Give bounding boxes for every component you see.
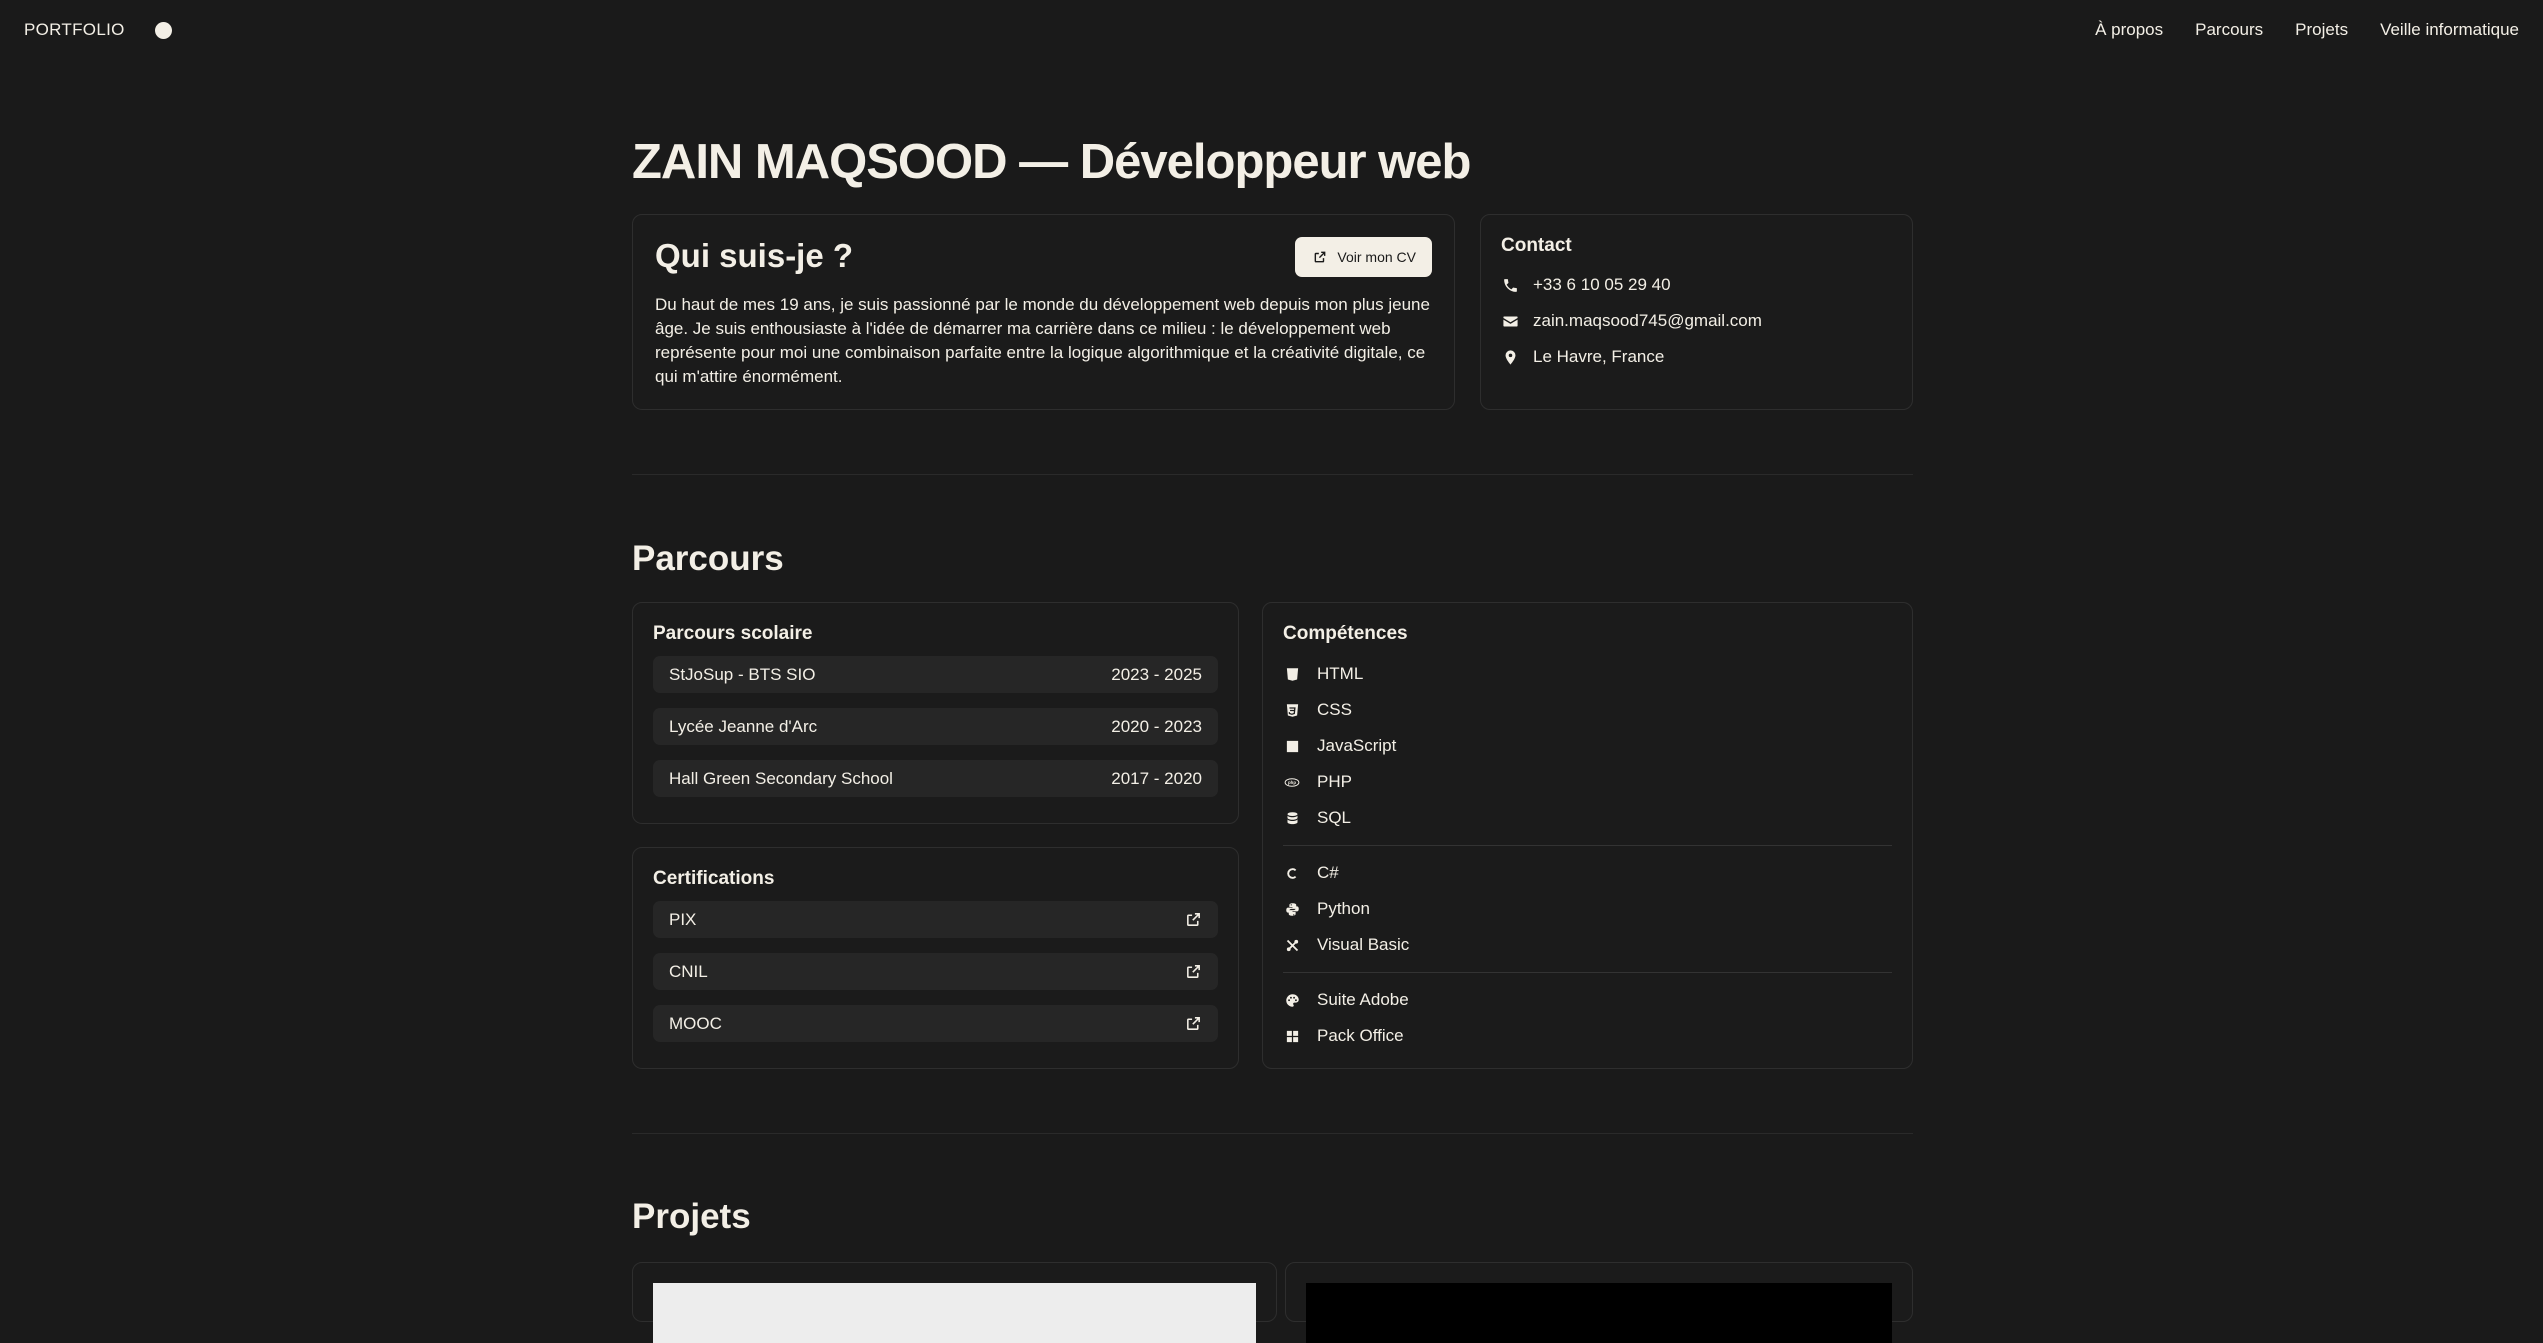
nav-link-parcours[interactable]: Parcours <box>2195 20 2263 40</box>
skill-label: CSS <box>1317 700 1352 719</box>
theme-toggle-icon[interactable] <box>154 21 172 39</box>
school-item: Lycée Jeanne d'Arc 2020 - 2023 <box>653 708 1218 745</box>
school-name: Hall Green Secondary School <box>669 768 893 788</box>
external-link-icon <box>1311 248 1329 266</box>
nav-link-veille[interactable]: Veille informatique <box>2380 20 2519 40</box>
location-value: Le Havre, France <box>1533 347 1665 366</box>
cert-item-mooc[interactable]: MOOC <box>653 1005 1218 1042</box>
parcours-title: Parcours <box>632 539 784 578</box>
project-card[interactable] <box>1285 1262 1913 1343</box>
skill-label: JavaScript <box>1317 736 1397 755</box>
school-years: 2023 - 2025 <box>1111 664 1202 684</box>
nav-link-projets[interactable]: Projets <box>2295 20 2348 40</box>
skill-label: C# <box>1317 863 1339 882</box>
contact-location: Le Havre, France <box>1501 339 1892 375</box>
php-icon: php <box>1283 773 1301 791</box>
section-divider <box>632 1133 1913 1134</box>
school-item: StJoSup - BTS SIO 2023 - 2025 <box>653 656 1218 693</box>
school-name: StJoSup - BTS SIO <box>669 664 816 684</box>
skill-label: Python <box>1317 899 1370 918</box>
skill-label: HTML <box>1317 664 1364 683</box>
palette-icon <box>1283 991 1301 1009</box>
school-item: Hall Green Secondary School 2017 - 2020 <box>653 760 1218 797</box>
cert-label: PIX <box>669 909 697 929</box>
skill-item: Visual Basic <box>1283 927 1892 963</box>
page-title: ZAIN MAQSOOD — Développeur web <box>632 135 1471 189</box>
section-divider <box>632 474 1913 475</box>
javascript-icon <box>1283 737 1301 755</box>
nav-left: PORTFOLIO <box>24 20 172 40</box>
csharp-icon <box>1283 864 1301 882</box>
skill-item: Suite Adobe <box>1283 982 1892 1018</box>
phone-value[interactable]: +33 6 10 05 29 40 <box>1533 275 1671 295</box>
school-card: Parcours scolaire StJoSup - BTS SIO 2023… <box>632 602 1239 824</box>
skill-label: Visual Basic <box>1317 935 1410 954</box>
school-title: Parcours scolaire <box>653 623 813 644</box>
skill-item: CSS <box>1283 692 1892 728</box>
cert-label: CNIL <box>669 961 708 981</box>
contact-email: zain.maqsood745@gmail.com <box>1501 303 1892 339</box>
skill-item: JavaScript <box>1283 728 1892 764</box>
css3-icon <box>1283 701 1301 719</box>
external-link-icon <box>1184 911 1202 929</box>
cert-label: MOOC <box>669 1013 722 1033</box>
nav-link-a-propos[interactable]: À propos <box>2095 20 2163 40</box>
skill-item: HTML <box>1283 656 1892 692</box>
python-icon <box>1283 900 1301 918</box>
brand-logo[interactable]: PORTFOLIO <box>24 20 125 40</box>
skill-label: Suite Adobe <box>1317 990 1409 1009</box>
database-icon <box>1283 809 1301 827</box>
envelope-icon <box>1501 312 1519 330</box>
view-cv-button[interactable]: Voir mon CV <box>1295 237 1432 277</box>
school-years: 2020 - 2023 <box>1111 716 1202 736</box>
external-link-icon <box>1184 1015 1202 1033</box>
email-value[interactable]: zain.maqsood745@gmail.com <box>1533 311 1762 331</box>
skills-card: Compétences HTML CSS JavaScript php PHP … <box>1262 602 1913 1069</box>
certifications-card: Certifications PIX CNIL MOOC <box>632 847 1239 1069</box>
contact-phone: +33 6 10 05 29 40 <box>1501 267 1892 303</box>
contact-card: Contact +33 6 10 05 29 40 zain.maqsood74… <box>1480 214 1913 410</box>
about-card: Qui suis-je ? Voir mon CV Du haut de mes… <box>632 214 1455 410</box>
skill-label: PHP <box>1317 772 1352 791</box>
phone-icon <box>1501 276 1519 294</box>
nav-links: À propos Parcours Projets Veille informa… <box>2095 20 2519 40</box>
skill-item: Python <box>1283 891 1892 927</box>
grid-icon <box>1283 1027 1301 1045</box>
view-cv-label: Voir mon CV <box>1337 249 1416 265</box>
skill-item: SQL <box>1283 800 1892 836</box>
contact-title: Contact <box>1501 235 1572 256</box>
tools-icon <box>1283 936 1301 954</box>
project-card[interactable] <box>632 1262 1277 1343</box>
skills-divider <box>1283 845 1892 846</box>
skill-label: Pack Office <box>1317 1026 1404 1045</box>
about-text: Du haut de mes 19 ans, je suis passionné… <box>655 295 1430 386</box>
skill-item: Pack Office <box>1283 1018 1892 1054</box>
cert-item-pix[interactable]: PIX <box>653 901 1218 938</box>
svg-text:php: php <box>1288 780 1296 785</box>
projets-title: Projets <box>632 1197 751 1236</box>
external-link-icon <box>1184 963 1202 981</box>
skill-label: SQL <box>1317 808 1352 827</box>
school-name: Lycée Jeanne d'Arc <box>669 716 818 736</box>
school-years: 2017 - 2020 <box>1111 768 1202 788</box>
project-screenshot <box>1306 1283 1892 1343</box>
skill-item: C# <box>1283 855 1892 891</box>
cert-item-cnil[interactable]: CNIL <box>653 953 1218 990</box>
html5-icon <box>1283 665 1301 683</box>
top-nav: PORTFOLIO À propos Parcours Projets Veil… <box>0 0 2543 60</box>
skill-item: php PHP <box>1283 764 1892 800</box>
location-pin-icon <box>1501 348 1519 366</box>
certifications-title: Certifications <box>653 868 775 889</box>
skills-title: Compétences <box>1283 623 1408 644</box>
project-screenshot <box>653 1283 1256 1343</box>
skills-divider <box>1283 972 1892 973</box>
